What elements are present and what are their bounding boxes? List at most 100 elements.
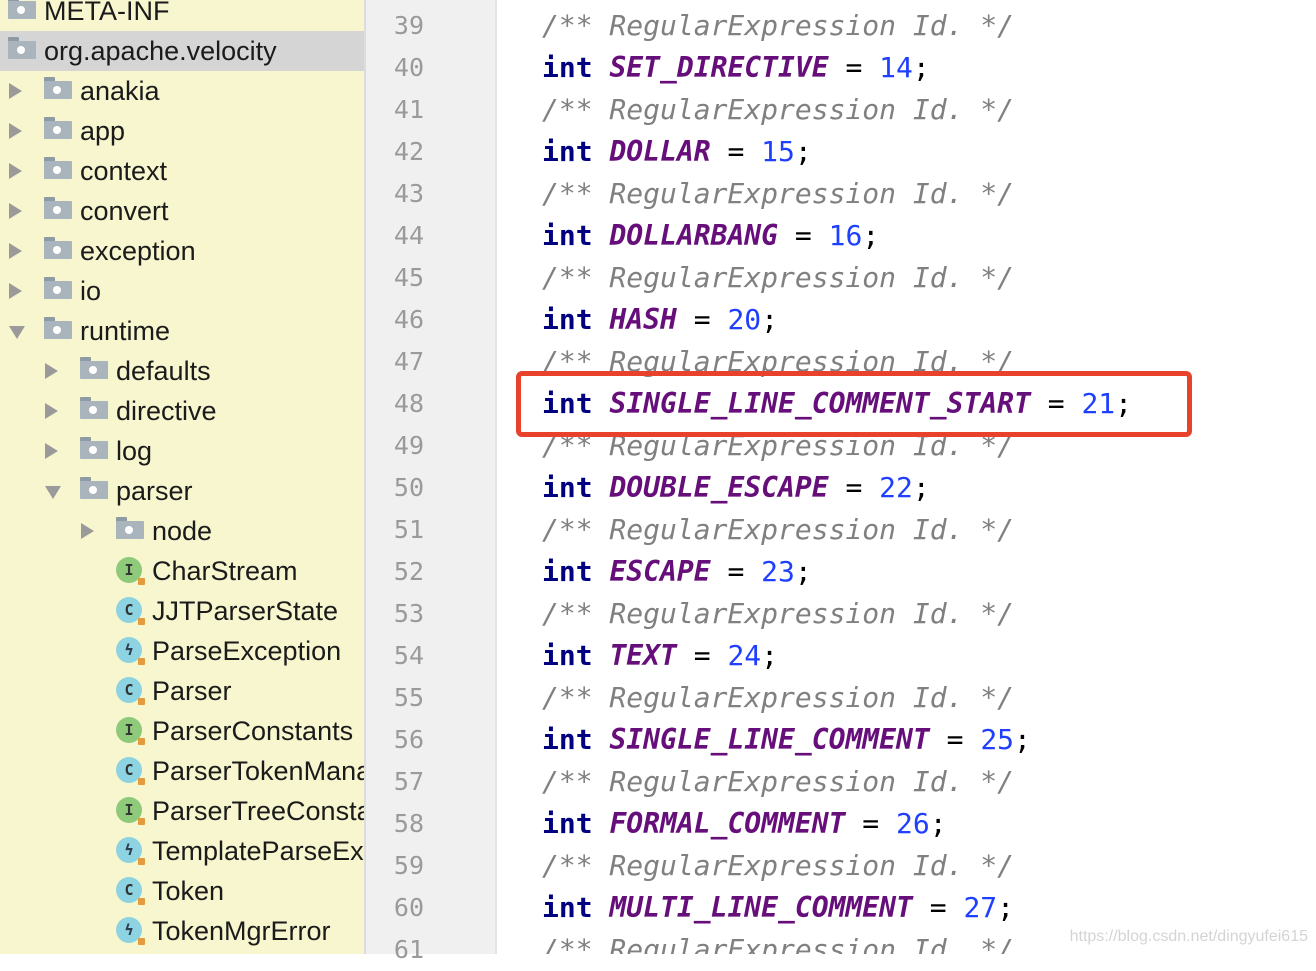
code-editor[interactable]: /** RegularExpression Id. */ int SET_DIRE… bbox=[497, 0, 1316, 954]
chevron-right-icon[interactable] bbox=[9, 123, 22, 139]
code-declaration-line[interactable]: int SET_DIRECTIVE = 14; bbox=[542, 47, 930, 89]
constant-value: 24 bbox=[727, 639, 762, 672]
chevron-right-icon[interactable] bbox=[45, 443, 58, 459]
line-number: 44 bbox=[393, 221, 424, 250]
access-modifier-icon bbox=[138, 578, 145, 585]
tree-item-label: io bbox=[80, 276, 102, 306]
line-number: 41 bbox=[393, 95, 424, 124]
tree-folder-row[interactable]: parser bbox=[0, 471, 364, 511]
constant-value: 27 bbox=[963, 891, 998, 924]
constant-value: 15 bbox=[761, 135, 795, 168]
tree-folder-row[interactable]: context bbox=[0, 151, 364, 191]
code-declaration-line[interactable]: int DOLLARBANG = 16; bbox=[542, 215, 879, 257]
package-folder-icon bbox=[44, 77, 72, 99]
constant-value: 16 bbox=[828, 219, 863, 252]
chevron-right-icon[interactable] bbox=[9, 163, 22, 179]
code-declaration-line[interactable]: int ESCAPE = 23; bbox=[542, 551, 812, 593]
access-modifier-icon bbox=[138, 818, 145, 825]
tree-file-row[interactable]: I ParserConstants bbox=[0, 711, 364, 751]
line-number: 40 bbox=[393, 53, 424, 82]
tree-folder-row[interactable]: convert bbox=[0, 191, 364, 231]
line-number: 53 bbox=[393, 599, 424, 628]
line-number: 50 bbox=[393, 473, 424, 502]
access-modifier-icon bbox=[138, 618, 145, 625]
tree-file-row[interactable]: I CharStream bbox=[0, 551, 364, 591]
tree-folder-row[interactable]: log bbox=[0, 431, 364, 471]
tree-folder-row[interactable]: exception bbox=[0, 231, 364, 271]
keyword-int: int bbox=[542, 639, 593, 672]
code-comment-line[interactable]: /** RegularExpression Id. */ bbox=[542, 593, 1014, 635]
code-declaration-line[interactable]: int HASH = 20; bbox=[542, 299, 778, 341]
code-comment-line[interactable]: /** RegularExpression Id. */ bbox=[542, 845, 1014, 887]
tree-folder-row[interactable]: runtime bbox=[0, 311, 364, 351]
code-comment-line[interactable]: /** RegularExpression Id. */ bbox=[542, 929, 1014, 954]
chevron-right-icon[interactable] bbox=[9, 83, 22, 99]
tree-item-label: log bbox=[116, 436, 153, 466]
line-number: 46 bbox=[393, 305, 424, 334]
tree-folder-row[interactable]: org.apache.velocity bbox=[0, 31, 364, 71]
tree-file-row[interactable]: I ParserTreeConsta bbox=[0, 791, 364, 831]
package-folder-icon bbox=[44, 117, 72, 139]
code-comment-line[interactable]: /** RegularExpression Id. */ bbox=[542, 173, 1014, 215]
chevron-right-icon[interactable] bbox=[45, 363, 58, 379]
code-comment-line[interactable]: /** RegularExpression Id. */ bbox=[542, 5, 1014, 47]
code-comment-line[interactable]: /** RegularExpression Id. */ bbox=[542, 509, 1014, 551]
tree-file-row[interactable]: C Parser bbox=[0, 671, 364, 711]
chevron-right-icon[interactable] bbox=[9, 203, 22, 219]
code-declaration-line[interactable]: int MULTI_LINE_COMMENT = 27; bbox=[542, 887, 1014, 929]
code-declaration-line[interactable]: int SINGLE_LINE_COMMENT = 25; bbox=[542, 719, 1031, 761]
tree-file-row[interactable]: C ParserTokenMana bbox=[0, 751, 364, 791]
tree-item-label: META-INF bbox=[44, 0, 170, 26]
tree-folder-row[interactable]: node bbox=[0, 511, 364, 551]
package-folder-icon bbox=[116, 517, 144, 539]
tree-file-row[interactable]: C Token bbox=[0, 871, 364, 911]
project-tree-panel: META-INF org.apache.velocity anakia app cont… bbox=[0, 0, 364, 954]
tree-item-label: anakia bbox=[80, 76, 160, 106]
line-number-gutter: 39 40 41 42 43 44 45 46 47 48 49 50 51 52 53 54 55 56 57 58… bbox=[364, 0, 497, 964]
code-comment-line[interactable]: /** RegularExpression Id. */ bbox=[542, 677, 1014, 719]
tree-folder-row[interactable]: META-INF bbox=[0, 0, 364, 31]
code-comment-line[interactable]: /** RegularExpression Id. */ bbox=[542, 761, 1014, 803]
code-comment-line[interactable]: /** RegularExpression Id. */ bbox=[542, 257, 1014, 299]
tree-folder-row[interactable]: io bbox=[0, 271, 364, 311]
class-icon: C bbox=[116, 877, 145, 905]
code-declaration-line[interactable]: int DOLLAR = 15; bbox=[542, 131, 812, 173]
exception-icon: ϟ bbox=[116, 637, 145, 665]
tree-item-label: convert bbox=[80, 196, 169, 226]
package-folder-icon bbox=[8, 37, 36, 59]
comment-text: /** RegularExpression Id. */ bbox=[542, 681, 1015, 714]
watermark: https://blog.csdn.net/dingyufei615 bbox=[1069, 928, 1308, 945]
chevron-right-icon[interactable] bbox=[9, 243, 22, 259]
chevron-down-icon[interactable] bbox=[45, 486, 61, 499]
tree-item-label: CharStream bbox=[152, 556, 298, 586]
tree-folder-row[interactable]: directive bbox=[0, 391, 364, 431]
keyword-int: int bbox=[542, 891, 593, 924]
package-folder-icon bbox=[44, 197, 72, 219]
tree-folder-row[interactable]: app bbox=[0, 111, 364, 151]
code-declaration-line[interactable]: int FORMAL_COMMENT = 26; bbox=[542, 803, 947, 845]
access-modifier-icon bbox=[138, 898, 145, 905]
package-folder-icon bbox=[80, 477, 108, 499]
tree-folder-row[interactable]: defaults bbox=[0, 351, 364, 391]
tree-file-row[interactable]: ϟ TokenMgrError bbox=[0, 911, 364, 951]
code-comment-line[interactable]: /** RegularExpression Id. */ bbox=[542, 89, 1014, 131]
tree-item-label: Parser bbox=[152, 676, 232, 706]
chevron-right-icon[interactable] bbox=[9, 283, 22, 299]
tree-item-label: TokenMgrError bbox=[152, 916, 331, 946]
tree-file-row[interactable]: ϟ TemplateParseEx bbox=[0, 831, 364, 871]
code-declaration-line[interactable]: int TEXT = 24; bbox=[542, 635, 778, 677]
tree-folder-row[interactable]: anakia bbox=[0, 71, 364, 111]
chevron-right-icon[interactable] bbox=[81, 523, 94, 539]
code-declaration-line[interactable]: int DOUBLE_ESCAPE = 22; bbox=[542, 467, 930, 509]
chevron-right-icon[interactable] bbox=[45, 403, 58, 419]
line-number: 43 bbox=[393, 179, 424, 208]
tree-file-row[interactable]: C JJTParserState bbox=[0, 591, 364, 631]
tree-file-row[interactable]: ϟ ParseException bbox=[0, 631, 364, 671]
constant-name: ESCAPE bbox=[609, 555, 711, 588]
keyword-int: int bbox=[542, 219, 593, 252]
keyword-int: int bbox=[542, 303, 593, 336]
exception-icon: ϟ bbox=[116, 917, 145, 945]
chevron-down-icon[interactable] bbox=[9, 326, 25, 339]
constant-value: 14 bbox=[879, 51, 913, 84]
tree-item-label: TemplateParseEx bbox=[152, 836, 364, 866]
